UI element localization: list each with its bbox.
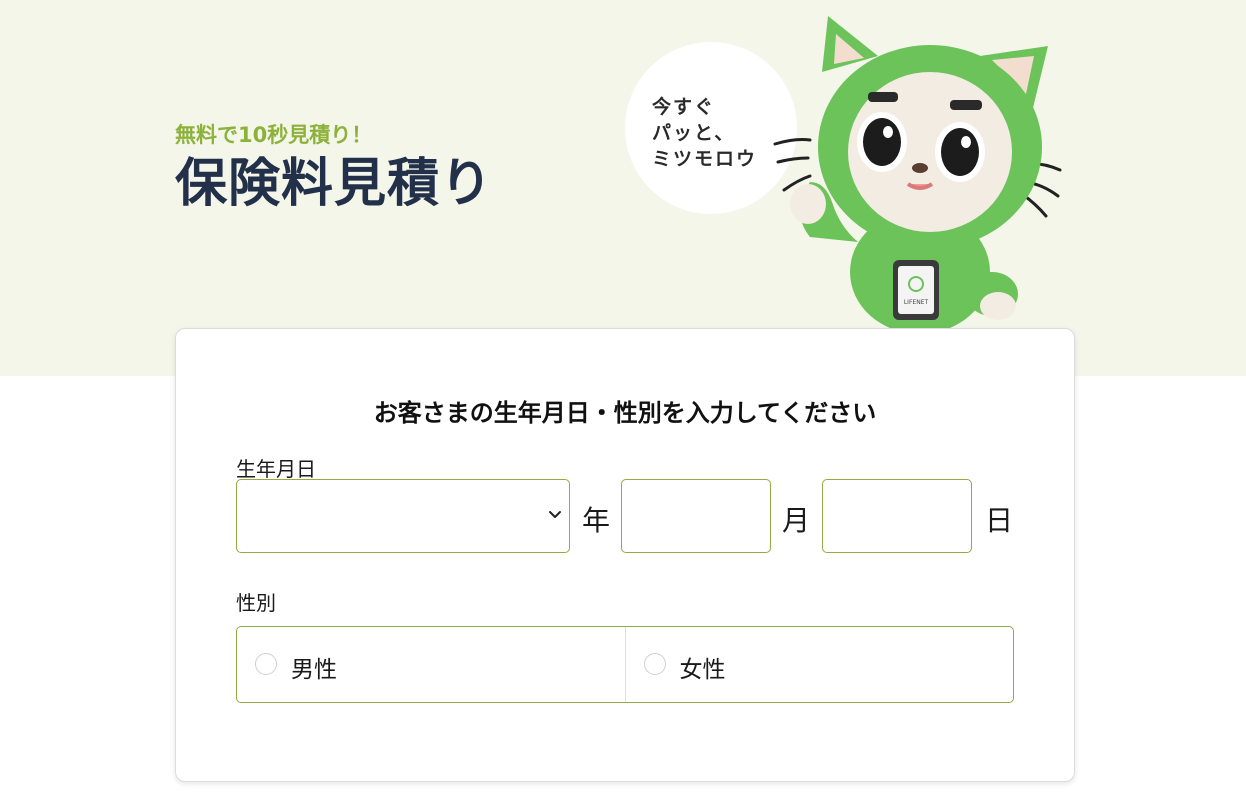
female-label: 女性	[679, 657, 726, 683]
year-unit: 年	[582, 504, 611, 537]
free-estimate-tagline: 無料で10秒見積り！	[175, 123, 373, 147]
female-radio[interactable]	[643, 653, 666, 675]
hero-banner: 無料で10秒見積り！ 保険料見積り 今すぐ パッと、 ミツモロウ LIFENET	[0, 0, 1246, 376]
birth-year-select[interactable]	[236, 479, 570, 553]
male-label: 男性	[291, 657, 337, 683]
bubble-line-3: ミツモロウ	[652, 148, 758, 170]
chevron-down-icon	[549, 511, 561, 518]
birth-day-input[interactable]	[822, 479, 972, 553]
device-logo-text: LIFENET	[904, 299, 929, 306]
bubble-line-2: パッと、	[652, 122, 736, 144]
bubble-line-1: 今すぐ	[652, 96, 716, 118]
estimate-form-card: お客さまの生年月日・性別を入力してください 生年月日 年 月 日 性別 男性 女…	[175, 328, 1075, 782]
month-unit: 月	[782, 504, 811, 537]
form-heading: お客さまの生年月日・性別を入力してください	[373, 399, 877, 427]
day-unit: 日	[985, 504, 1014, 537]
gender-label: 性別	[236, 591, 276, 615]
gender-option-male[interactable]: 男性	[237, 627, 625, 702]
mascot-illustration: LIFENET	[773, 16, 1062, 330]
gender-option-female[interactable]: 女性	[624, 627, 1014, 702]
gender-radio-group: 男性 女性	[236, 626, 1014, 703]
male-radio[interactable]	[255, 653, 277, 675]
page-title: 保険料見積り	[175, 154, 494, 214]
birthdate-label: 生年月日	[236, 457, 316, 481]
birth-month-input[interactable]	[621, 479, 771, 553]
